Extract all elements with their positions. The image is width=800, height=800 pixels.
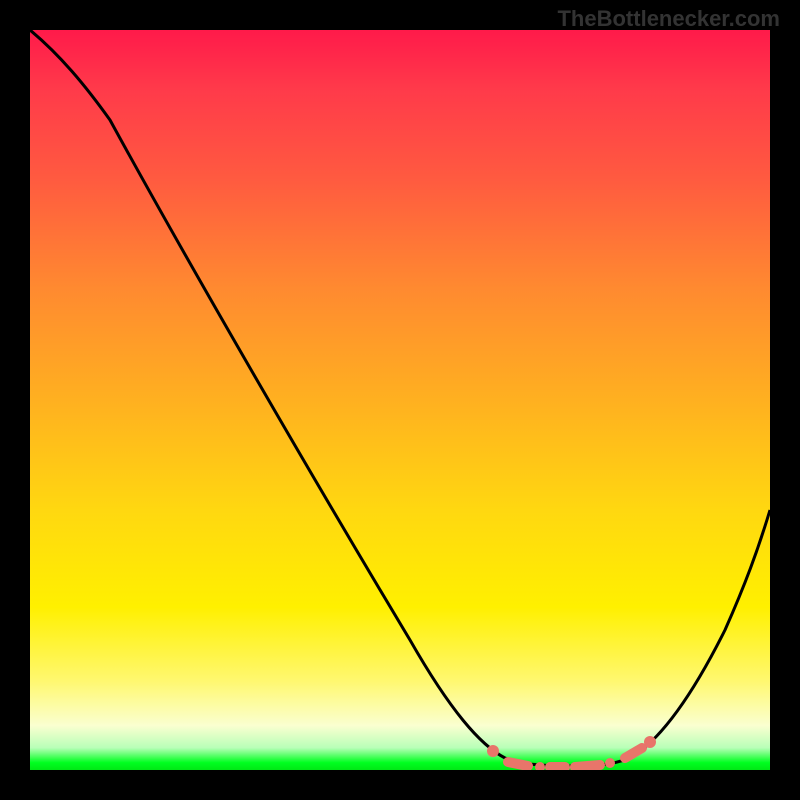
chart-container: TheBottlenecker.com: [0, 0, 800, 800]
marker-dash: [575, 765, 600, 767]
marker-dash: [625, 748, 642, 758]
marker-dot: [605, 758, 615, 768]
marker-dot-right: [644, 736, 656, 748]
marker-dot-left: [487, 745, 499, 757]
marker-dash: [508, 762, 528, 766]
bottleneck-curve: [30, 30, 770, 766]
plot-area: [30, 30, 770, 770]
watermark-text: TheBottlenecker.com: [557, 6, 780, 32]
curve-svg: [30, 30, 770, 770]
